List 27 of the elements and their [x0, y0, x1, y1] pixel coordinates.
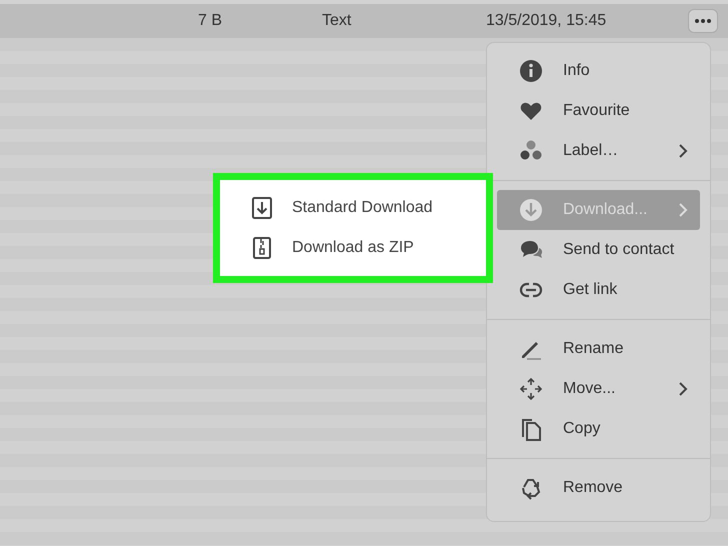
move-arrows-icon: [519, 377, 543, 401]
recycle-icon: [519, 476, 543, 500]
download-icon: [519, 198, 543, 222]
file-row[interactable]: 7 B Text 13/5/2019, 15:45: [0, 0, 728, 38]
menu-item[interactable]: Favourite: [497, 91, 700, 131]
menu-item[interactable]: Get link: [497, 270, 700, 310]
chevron-right-icon: [678, 202, 688, 218]
submenu-item[interactable]: Standard Download: [250, 195, 486, 221]
file-size: 7 B: [198, 12, 224, 30]
menu-item[interactable]: Info: [497, 51, 700, 91]
menu-item[interactable]: Copy: [497, 409, 700, 449]
chevron-right-icon: [678, 381, 688, 397]
menu-item[interactable]: Remove: [497, 468, 700, 508]
chevron-right-icon: [678, 143, 688, 159]
menu-item[interactable]: Label…: [497, 131, 700, 171]
zip-file-icon: [250, 236, 274, 260]
copy-icon: [519, 417, 543, 441]
menu-item[interactable]: Move...: [497, 369, 700, 409]
file-date: 13/5/2019, 15:45: [486, 12, 608, 30]
more-icon: [694, 18, 712, 24]
info-icon: [519, 59, 543, 83]
menu-item[interactable]: Send to contact: [497, 230, 700, 270]
more-button[interactable]: [688, 9, 718, 33]
file-type: Text: [322, 12, 352, 30]
menu-item[interactable]: Rename: [497, 329, 700, 369]
download-box-icon: [250, 196, 274, 220]
submenu-item[interactable]: Download as ZIP: [250, 235, 486, 261]
